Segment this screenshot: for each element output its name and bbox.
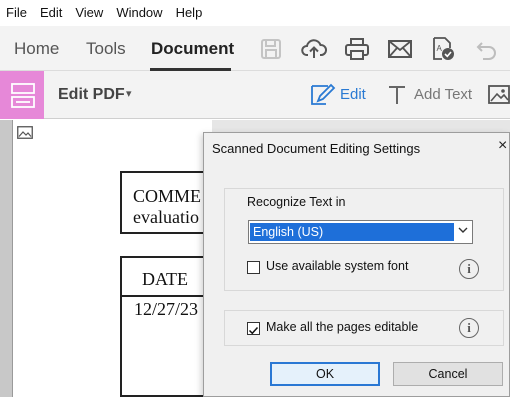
date-value: 12/27/23 [134, 299, 199, 319]
edit-button[interactable]: Edit [340, 71, 366, 119]
edit-pdf-title[interactable]: Edit PDF [58, 71, 125, 119]
scanned-document-settings-dialog: Scanned Document Editing Settings × Reco… [203, 132, 510, 397]
add-image-icon[interactable] [488, 85, 510, 105]
fill-sign-icon[interactable]: A [430, 36, 456, 62]
menu-file[interactable]: File [0, 0, 34, 26]
editable-pages-label: Make all the pages editable [266, 320, 419, 334]
system-font-label: Use available system font [266, 259, 409, 273]
recognize-text-label: Recognize Text in [247, 195, 346, 209]
menu-view[interactable]: View [69, 0, 110, 26]
edit-pdf-tool-icon [11, 83, 35, 108]
editable-pages-checkbox[interactable] [247, 322, 260, 335]
add-text-button[interactable]: Add Text [414, 71, 472, 119]
menu-edit[interactable]: Edit [34, 0, 69, 26]
edit-pdf-tool-badge[interactable] [0, 71, 44, 119]
add-text-icon[interactable] [386, 83, 408, 107]
checkmark-icon [248, 326, 259, 335]
chevron-down-icon[interactable] [458, 225, 468, 235]
image-placeholder-icon[interactable] [17, 126, 33, 139]
info-icon[interactable]: i [459, 259, 479, 279]
system-font-checkbox[interactable] [247, 261, 260, 274]
upload-cloud-icon[interactable] [301, 36, 327, 62]
language-selected-value: English (US) [250, 223, 454, 241]
editable-pages-group: Make all the pages editable i [224, 310, 504, 346]
date-header: DATE [142, 269, 188, 289]
dialog-title: Scanned Document Editing Settings [212, 141, 421, 156]
svg-text:A: A [437, 44, 443, 53]
edit-pdf-toolbar: Edit PDF ▾ Edit Add Text [0, 71, 510, 119]
close-icon[interactable]: × [498, 137, 507, 155]
mail-icon[interactable] [387, 36, 413, 62]
language-select[interactable]: English (US) [248, 220, 473, 244]
comment-line-2: evaluatio [133, 207, 199, 227]
comment-line-1: COMME [133, 186, 202, 206]
ok-button[interactable]: OK [270, 362, 380, 386]
tab-home[interactable]: Home [14, 26, 59, 71]
print-icon[interactable] [344, 36, 370, 62]
tab-document[interactable]: Document [151, 26, 234, 71]
menu-bar: File Edit View Window Help [0, 0, 510, 26]
edit-pencil-icon[interactable] [308, 81, 336, 109]
recognize-text-group: Recognize Text in English (US) Use avail… [224, 188, 504, 291]
undo-icon[interactable] [474, 36, 500, 62]
top-tab-bar: Home Tools Document A [0, 26, 510, 71]
tab-tools[interactable]: Tools [86, 26, 126, 71]
menu-window[interactable]: Window [110, 0, 169, 26]
menu-help[interactable]: Help [170, 0, 210, 26]
chevron-down-icon[interactable]: ▾ [126, 71, 132, 117]
info-icon[interactable]: i [459, 318, 479, 338]
cancel-button[interactable]: Cancel [393, 362, 503, 386]
navigation-pane-strip [0, 120, 12, 397]
save-icon[interactable] [258, 36, 284, 62]
